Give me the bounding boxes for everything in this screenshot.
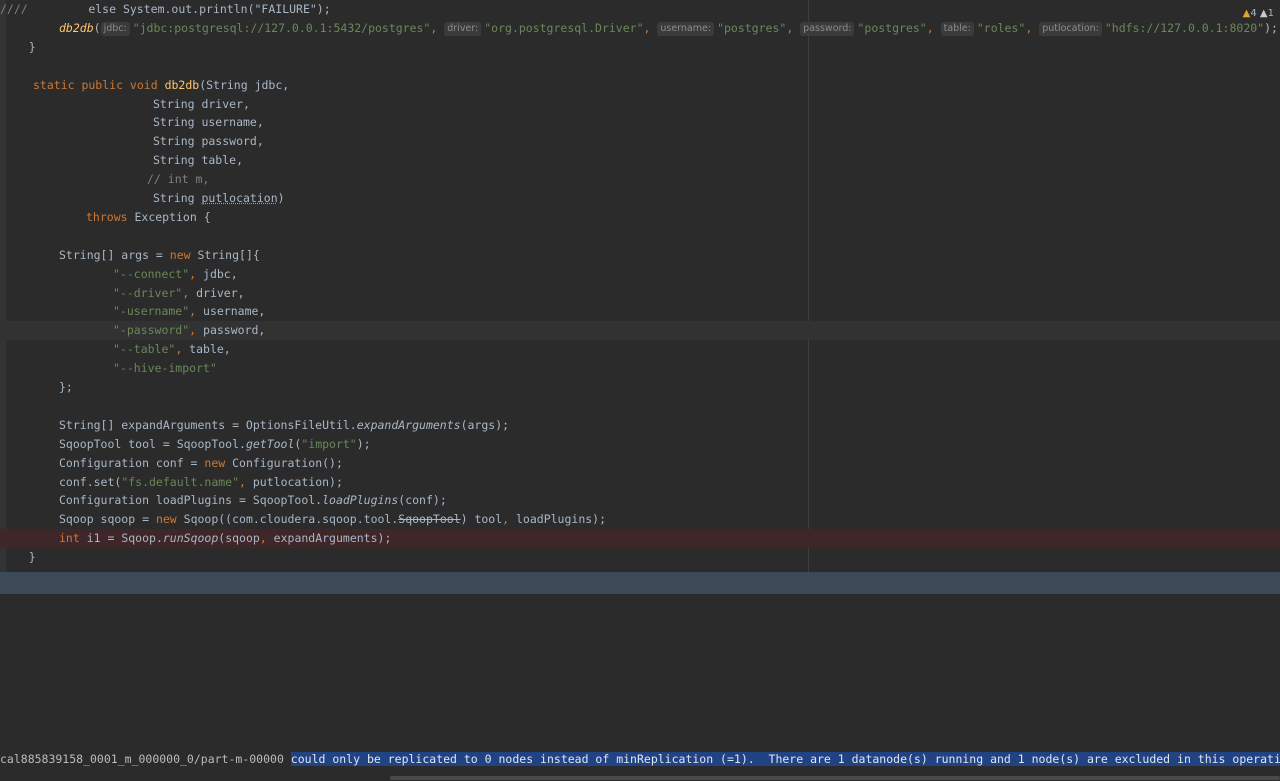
- panel-divider[interactable]: [0, 572, 1280, 594]
- code-line[interactable]: Sqoop sqoop = new Sqoop((com.cloudera.sq…: [0, 510, 1280, 529]
- code-line[interactable]: String username,: [0, 113, 1280, 132]
- console-panel[interactable]: cal885839158_0001_m_000000_0/part-m-0000…: [0, 594, 1280, 781]
- code-line[interactable]: String putlocation): [0, 189, 1280, 208]
- code-line[interactable]: };: [0, 378, 1280, 397]
- code-line[interactable]: "--driver", driver,: [0, 284, 1280, 303]
- inlay-hint-jdbc: jdbc:: [100, 21, 130, 36]
- inlay-hint-driver: driver:: [444, 21, 482, 36]
- code-text: else System.out.println("FAILURE");: [88, 2, 331, 16]
- code-line[interactable]: throws Exception {: [0, 208, 1280, 227]
- code-line[interactable]: conf.set("fs.default.name", putlocation)…: [0, 473, 1280, 492]
- code-line[interactable]: String table,: [0, 151, 1280, 170]
- inlay-hint-putlocation: putlocation:: [1039, 21, 1102, 36]
- code-line[interactable]: String[] args = new String[]{: [0, 246, 1280, 265]
- code-line[interactable]: static public void db2db(String jdbc,: [0, 76, 1280, 95]
- code-line[interactable]: // int m,: [0, 170, 1280, 189]
- code-line[interactable]: "--hive-import": [0, 359, 1280, 378]
- console-path-text: cal885839158_0001_m_000000_0/part-m-0000…: [0, 752, 291, 766]
- console-output-line[interactable]: cal885839158_0001_m_000000_0/part-m-0000…: [0, 751, 1280, 768]
- code-line-breakpoint[interactable]: int i1 = Sqoop.runSqoop(sqoop, expandArg…: [0, 529, 1280, 549]
- code-line[interactable]: //// else System.out.println("FAILURE");: [0, 0, 1280, 19]
- code-line[interactable]: SqoopTool tool = SqoopTool.getTool("impo…: [0, 435, 1280, 454]
- code-line[interactable]: db2db(jdbc: "jdbc:postgresql://127.0.0.1:…: [0, 19, 1280, 38]
- console-selected-text[interactable]: could only be replicated to 0 nodes inst…: [290, 752, 1280, 766]
- code-editor[interactable]: ▲4 ▲1 //// else System.out.println("FAIL…: [0, 0, 1280, 572]
- code-line[interactable]: "--table", table,: [0, 340, 1280, 359]
- inlay-hint-password: password:: [800, 21, 855, 36]
- code-line-current[interactable]: "-password", password,: [0, 321, 1280, 341]
- inlay-hint-username: username:: [657, 21, 715, 36]
- code-line[interactable]: Configuration loadPlugins = SqoopTool.lo…: [0, 491, 1280, 510]
- code-line[interactable]: Configuration conf = new Configuration()…: [0, 454, 1280, 473]
- inlay-hint-table: table:: [940, 21, 974, 36]
- code-line[interactable]: "--connect", jdbc,: [0, 265, 1280, 284]
- code-line[interactable]: String password,: [0, 132, 1280, 151]
- code-line[interactable]: "-username", username,: [0, 302, 1280, 321]
- code-line[interactable]: String[] expandArguments = OptionsFileUt…: [0, 416, 1280, 435]
- horizontal-scrollbar[interactable]: [390, 776, 1280, 780]
- code-line[interactable]: }: [0, 548, 1280, 567]
- code-line[interactable]: String driver,: [0, 95, 1280, 114]
- code-line[interactable]: }: [0, 38, 1280, 57]
